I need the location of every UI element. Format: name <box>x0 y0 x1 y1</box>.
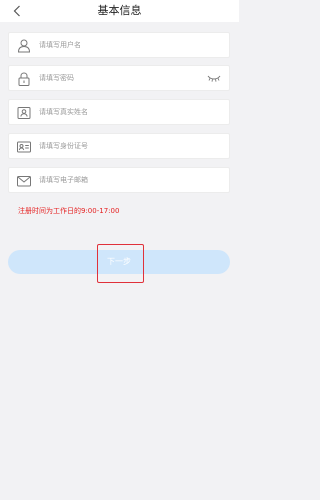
password-field[interactable] <box>8 65 230 91</box>
mail-icon <box>16 173 32 189</box>
lock-icon <box>16 71 32 87</box>
next-button[interactable]: 下一步 <box>8 250 230 274</box>
real-name-field[interactable] <box>8 99 230 125</box>
id-card-input[interactable] <box>39 134 199 158</box>
username-field[interactable] <box>8 32 230 58</box>
eye-closed-icon[interactable] <box>207 73 221 83</box>
email-input[interactable] <box>39 168 199 192</box>
page-title: 基本信息 <box>97 4 142 17</box>
password-input[interactable] <box>39 66 199 90</box>
register-basic-info-page: 基本信息 请填写用户名 请填写真实姓名 请填写身份证号 请填写电子邮箱 注册时间… <box>0 0 239 500</box>
username-input[interactable] <box>39 33 199 57</box>
id-card-icon <box>16 139 32 155</box>
nav-bar: 基本信息 <box>0 0 239 22</box>
registration-time-notice: 注册时间为工作日的9:00-17:00 <box>18 207 120 215</box>
id-card-field[interactable] <box>8 133 230 159</box>
real-name-input[interactable] <box>39 100 199 124</box>
email-field[interactable] <box>8 167 230 193</box>
name-card-icon <box>16 105 32 121</box>
user-icon <box>16 38 32 54</box>
